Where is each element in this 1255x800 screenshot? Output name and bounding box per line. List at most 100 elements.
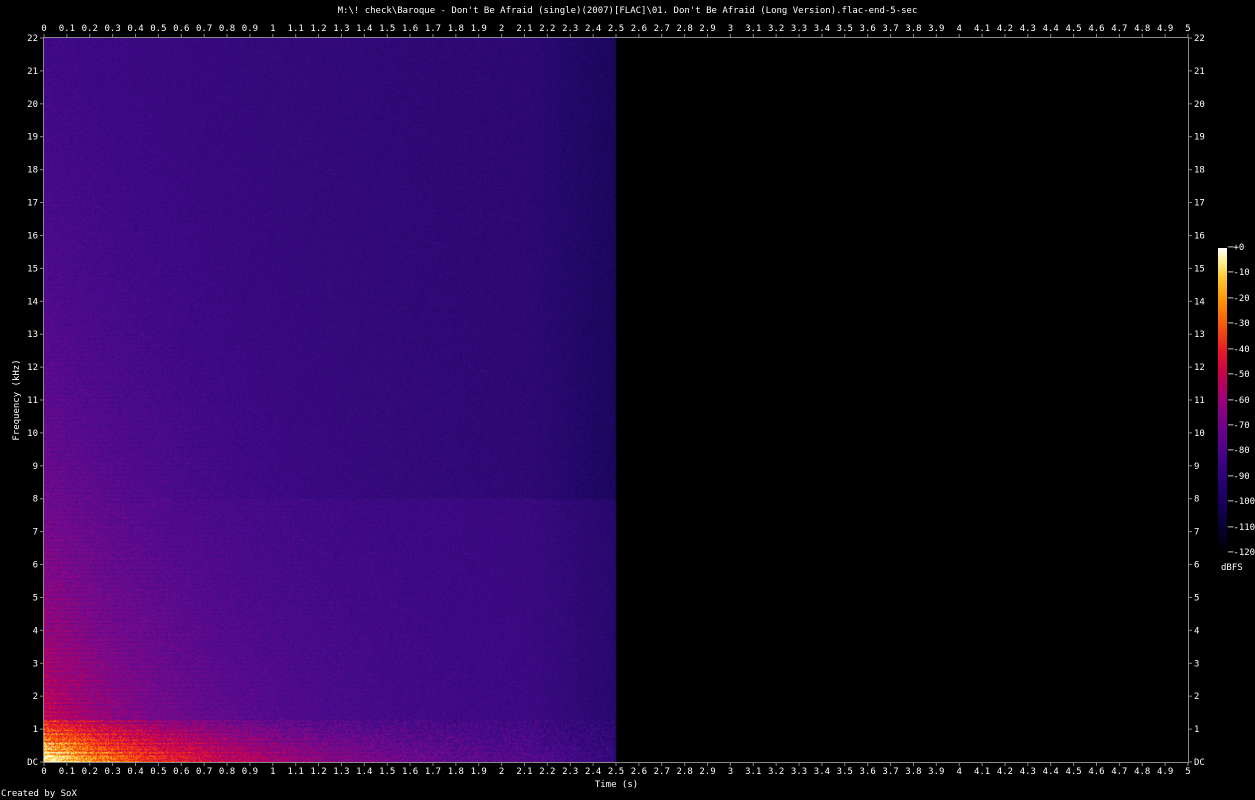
y-tick-label-right: 16 xyxy=(1194,231,1205,241)
y-tick-label-left: 22 xyxy=(27,34,38,44)
x-tick-label-bottom: 2 xyxy=(499,767,504,777)
x-tick-label-bottom: 2.4 xyxy=(585,767,601,777)
x-tick-label-top: 2 xyxy=(499,24,504,34)
footer-credit: Created by SoX xyxy=(1,789,77,799)
x-tick-label-bottom: 3.3 xyxy=(791,767,807,777)
y-tick-label-right: 4 xyxy=(1194,626,1199,636)
x-tick-label-top: 2.8 xyxy=(677,24,693,34)
colorbar-tick-label: ─-10 xyxy=(1228,268,1250,279)
colorbar-tick-label: ─-60 xyxy=(1228,395,1250,406)
colorbar-tick-label: ─-30 xyxy=(1228,319,1250,330)
y-tick-label-right: 15 xyxy=(1194,264,1205,274)
x-tick-label-bottom: 4.8 xyxy=(1134,767,1150,777)
x-tick-label-bottom: 0.6 xyxy=(173,767,189,777)
x-tick-label-top: 1.8 xyxy=(448,24,464,34)
y-tick-label-right: 6 xyxy=(1194,561,1199,571)
colorbar-tick-label: ─-20 xyxy=(1228,293,1250,304)
y-tick-label-left: 11 xyxy=(27,396,38,406)
x-tick-label-bottom: 3.5 xyxy=(837,767,853,777)
x-tick-label-top: 4.7 xyxy=(1111,24,1127,34)
x-tick-label-top: 3.2 xyxy=(768,24,784,34)
y-tick-label-left: 9 xyxy=(33,462,38,472)
y-tick-label-left: 17 xyxy=(27,199,38,209)
x-tick-label-bottom: 0.9 xyxy=(242,767,258,777)
x-tick-label-top: 1.7 xyxy=(425,24,441,34)
x-tick-label-bottom: 0.7 xyxy=(196,767,212,777)
x-tick-label-top: 1.6 xyxy=(402,24,418,34)
x-tick-label-top: 0 xyxy=(41,24,46,34)
y-tick-label-right: 22 xyxy=(1194,34,1205,44)
y-tick-label-left: 7 xyxy=(33,528,38,538)
x-tick-label-top: 4.8 xyxy=(1134,24,1150,34)
x-tick-label-top: 1.3 xyxy=(333,24,349,34)
x-tick-label-top: 0.2 xyxy=(82,24,98,34)
x-tick-label-top: 0.8 xyxy=(219,24,235,34)
x-tick-label-top: 3.6 xyxy=(860,24,876,34)
x-tick-label-top: 4.4 xyxy=(1043,24,1059,34)
x-tick-label-top: 2.9 xyxy=(699,24,715,34)
y-tick-label-left: 3 xyxy=(33,659,38,669)
x-tick-label-top: 2.4 xyxy=(585,24,601,34)
x-tick-label-top: 1.5 xyxy=(379,24,395,34)
x-tick-label-bottom: 3 xyxy=(728,767,733,777)
x-tick-label-top: 4.9 xyxy=(1157,24,1173,34)
x-tick-label-bottom: 2.5 xyxy=(608,767,624,777)
y-tick-label-right: 12 xyxy=(1194,363,1205,373)
x-tick-label-top: 1 xyxy=(270,24,275,34)
x-tick-label-bottom: 3.1 xyxy=(745,767,761,777)
y-tick-label-left: 18 xyxy=(27,166,38,176)
x-tick-label-top: 2.3 xyxy=(562,24,578,34)
y-tick-label-left: 19 xyxy=(27,133,38,143)
y-tick-label-left: 10 xyxy=(27,429,38,439)
y-tick-label-right: 17 xyxy=(1194,199,1205,209)
y-tick-label-left: 20 xyxy=(27,100,38,110)
colorbar-tick-label: ─-40 xyxy=(1228,344,1250,355)
x-tick-label-top: 3.3 xyxy=(791,24,807,34)
x-tick-label-bottom: 0 xyxy=(41,767,46,777)
y-tick-label-left: 2 xyxy=(33,692,38,702)
x-tick-label-bottom: 0.8 xyxy=(219,767,235,777)
y-axis-label: Frequency (kHz) xyxy=(12,359,22,441)
x-tick-label-top: 3.1 xyxy=(745,24,761,34)
x-tick-label-top: 2.6 xyxy=(631,24,647,34)
y-tick-label-right: 8 xyxy=(1194,495,1199,505)
x-tick-label-top: 0.9 xyxy=(242,24,258,34)
x-tick-label-top: 4.3 xyxy=(1020,24,1036,34)
x-tick-label-bottom: 0.2 xyxy=(82,767,98,777)
x-tick-label-top: 3.9 xyxy=(928,24,944,34)
x-tick-label-bottom: 1.2 xyxy=(310,767,326,777)
colorbar-tick-label: ─-100 xyxy=(1228,497,1255,508)
x-tick-label-bottom: 3.8 xyxy=(905,767,921,777)
x-tick-label-bottom: 5 xyxy=(1185,767,1190,777)
y-tick-label-left: 14 xyxy=(27,297,38,307)
x-tick-label-bottom: 1.6 xyxy=(402,767,418,777)
y-tick-label-right: 10 xyxy=(1194,429,1205,439)
x-tick-label-top: 3.8 xyxy=(905,24,921,34)
x-tick-label-top: 1.1 xyxy=(288,24,304,34)
y-tick-label-left: 21 xyxy=(27,67,38,77)
x-tick-label-bottom: 2.1 xyxy=(516,767,532,777)
colorbar-tick-label: ─-120 xyxy=(1228,548,1255,558)
x-tick-label-bottom: 0.4 xyxy=(127,767,143,777)
x-tick-label-bottom: 1.8 xyxy=(448,767,464,777)
x-tick-label-top: 3.4 xyxy=(814,24,830,34)
y-tick-label-right: 7 xyxy=(1194,528,1199,538)
x-tick-label-top: 0.7 xyxy=(196,24,212,34)
colorbar-tick-label: ─+0 xyxy=(1228,243,1245,253)
x-tick-label-bottom: 1.9 xyxy=(471,767,487,777)
y-tick-label-left: 4 xyxy=(33,626,38,636)
y-tick-label-right: 1 xyxy=(1194,725,1199,735)
x-tick-label-bottom: 3.2 xyxy=(768,767,784,777)
x-tick-label-top: 2.5 xyxy=(608,24,624,34)
x-tick-label-bottom: 1.3 xyxy=(333,767,349,777)
y-tick-label-left: 13 xyxy=(27,330,38,340)
x-tick-label-top: 2.1 xyxy=(516,24,532,34)
y-tick-label-left: 6 xyxy=(33,561,38,571)
x-tick-label-bottom: 2.6 xyxy=(631,767,647,777)
y-tick-label-left: 1 xyxy=(33,725,38,735)
y-tick-label-right: 11 xyxy=(1194,396,1205,406)
colorbar-tick-label: ─-80 xyxy=(1228,446,1250,457)
x-tick-label-bottom: 4 xyxy=(956,767,961,777)
y-tick-label-right: 18 xyxy=(1194,166,1205,176)
y-tick-label-right: 19 xyxy=(1194,133,1205,143)
